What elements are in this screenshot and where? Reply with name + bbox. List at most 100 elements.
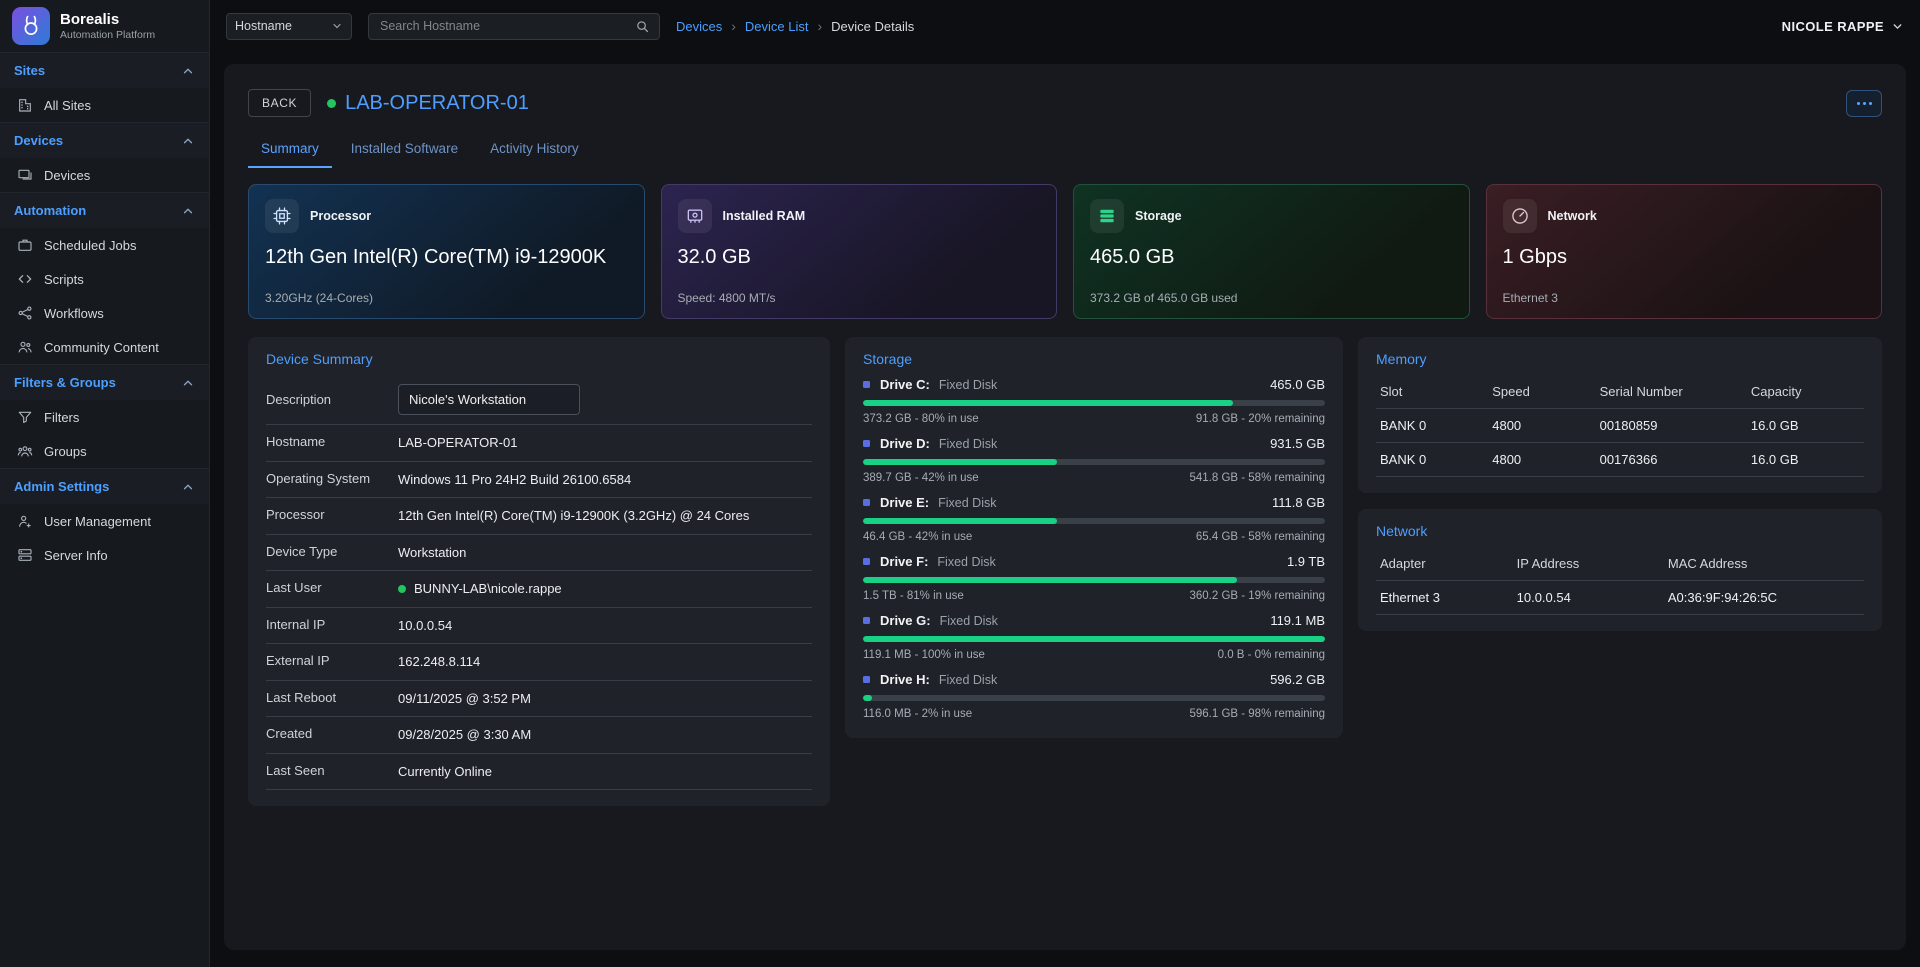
drive-used: 1.5 TB - 81% in use [863, 590, 964, 602]
drive-row-g: Drive G: Fixed Disk 119.1 MB 119.1 MB - … [863, 613, 1325, 661]
right-column: Memory Slot Speed Serial Number Capacity [1358, 337, 1882, 631]
chevron-down-icon [1891, 20, 1904, 33]
cell-slot: BANK 0 [1376, 443, 1488, 477]
brand: Borealis Automation Platform [0, 0, 209, 52]
sidebar-item-filters[interactable]: Filters [0, 400, 209, 434]
brand-name: Borealis [60, 11, 155, 28]
sidebar-item-label: All Sites [44, 98, 91, 113]
drive-remaining: 0.0 B - 0% remaining [1218, 649, 1325, 661]
cell-mac-address: A0:36:9F:94:26:5C [1664, 581, 1864, 615]
panel-title: Network [1376, 523, 1864, 539]
sidebar-section-sites[interactable]: Sites [0, 52, 209, 88]
row-label: Last Reboot [266, 689, 398, 707]
panels-row: Device Summary Description Hostname LAB-… [242, 337, 1888, 806]
sidebar-item-label: Server Info [44, 548, 108, 563]
table-row: BANK 0 4800 00180859 16.0 GB [1376, 409, 1864, 443]
chevron-up-icon [181, 134, 195, 148]
stat-footer: Speed: 4800 MT/s [678, 291, 1041, 305]
storage-panel: Storage Drive C: Fixed Disk 465.0 GB 373… [845, 337, 1343, 738]
sidebar-item-devices[interactable]: Devices [0, 158, 209, 192]
summary-row-description: Description [266, 377, 812, 425]
drive-used: 389.7 GB - 42% in use [863, 472, 979, 484]
ram-icon [678, 199, 712, 233]
cell-slot: BANK 0 [1376, 409, 1488, 443]
drive-name: Drive D: [880, 436, 930, 451]
back-button[interactable]: BACK [248, 89, 311, 117]
device-summary-panel: Device Summary Description Hostname LAB-… [248, 337, 830, 806]
row-value: 09/28/2025 @ 3:30 AM [398, 725, 531, 745]
breadcrumb-devices[interactable]: Devices [676, 19, 722, 34]
row-value: Windows 11 Pro 24H2 Build 26100.6584 [398, 470, 631, 490]
row-value: 12th Gen Intel(R) Core(TM) i9-12900K (3.… [398, 506, 749, 526]
summary-row-operating-system: Operating System Windows 11 Pro 24H2 Bui… [266, 462, 812, 499]
drive-name: Drive C: [880, 377, 930, 392]
briefcase-icon [16, 237, 33, 253]
user-gear-icon [16, 513, 33, 529]
stat-title: Storage [1135, 209, 1182, 223]
sidebar-section-filters-groups[interactable]: Filters & Groups [0, 364, 209, 400]
row-value: 10.0.0.54 [398, 616, 452, 636]
drive-name: Drive F: [880, 554, 928, 569]
tab-activity-history[interactable]: Activity History [477, 133, 592, 168]
sidebar-item-community-content[interactable]: Community Content [0, 330, 209, 364]
section-label: Filters & Groups [14, 375, 116, 390]
stat-card-network: Network 1 Gbps Ethernet 3 [1486, 184, 1883, 319]
stat-card-storage: Storage 465.0 GB 373.2 GB of 465.0 GB us… [1073, 184, 1470, 319]
section-label: Admin Settings [14, 479, 109, 494]
search-input[interactable] [378, 18, 635, 34]
sidebar-section-admin-settings[interactable]: Admin Settings [0, 468, 209, 504]
gauge-icon [1503, 199, 1537, 233]
code-icon [16, 271, 33, 287]
search-icon[interactable] [635, 19, 650, 34]
description-input[interactable] [398, 384, 580, 415]
sidebar-item-server-info[interactable]: Server Info [0, 538, 209, 572]
online-status-dot [327, 99, 336, 108]
summary-row-external-ip: External IP 162.248.8.114 [266, 644, 812, 681]
more-actions-button[interactable] [1846, 90, 1882, 117]
row-label: External IP [266, 652, 398, 670]
sidebar-section-automation[interactable]: Automation [0, 192, 209, 228]
storage-icon [1090, 199, 1124, 233]
drive-bullet-icon [863, 381, 870, 388]
stat-card-ram: Installed RAM 32.0 GB Speed: 4800 MT/s [661, 184, 1058, 319]
sidebar-item-scheduled-jobs[interactable]: Scheduled Jobs [0, 228, 209, 262]
breadcrumb-device-list[interactable]: Device List [745, 19, 809, 34]
network-table: Adapter IP Address MAC Address Ethernet … [1376, 549, 1864, 615]
drive-bullet-icon [863, 676, 870, 683]
building-icon [16, 97, 33, 113]
tab-summary[interactable]: Summary [248, 133, 332, 168]
drive-name: Drive H: [880, 672, 930, 687]
stat-footer: 3.20GHz (24-Cores) [265, 291, 628, 305]
drive-row-f: Drive F: Fixed Disk 1.9 TB 1.5 TB - 81% … [863, 554, 1325, 602]
row-label: Processor [266, 506, 398, 524]
funnel-icon [16, 409, 33, 425]
row-value: 162.248.8.114 [398, 652, 480, 672]
sidebar-item-label: User Management [44, 514, 151, 529]
people-icon [16, 339, 33, 355]
drive-usage-bar [863, 695, 1325, 701]
row-value: Workstation [398, 543, 466, 563]
column-header: IP Address [1513, 549, 1664, 581]
sidebar-section-devices[interactable]: Devices [0, 122, 209, 158]
devices-icon [16, 167, 33, 183]
row-label: Device Type [266, 543, 398, 561]
content-area: BACK LAB-OPERATOR-01 Summary Installed S… [210, 52, 1920, 967]
cell-capacity: 16.0 GB [1747, 443, 1864, 477]
drive-bullet-icon [863, 499, 870, 506]
drive-usage-bar [863, 400, 1325, 406]
user-menu[interactable]: NICOLE RAPPE [1782, 19, 1904, 34]
cell-adapter: Ethernet 3 [1376, 581, 1513, 615]
sidebar-item-user-management[interactable]: User Management [0, 504, 209, 538]
sidebar-item-workflows[interactable]: Workflows [0, 296, 209, 330]
drive-remaining: 65.4 GB - 58% remaining [1196, 531, 1325, 543]
hostname-filter-select[interactable]: Hostname [226, 13, 352, 40]
sidebar-item-groups[interactable]: Groups [0, 434, 209, 468]
sidebar-item-scripts[interactable]: Scripts [0, 262, 209, 296]
drive-bullet-icon [863, 558, 870, 565]
summary-row-internal-ip: Internal IP 10.0.0.54 [266, 608, 812, 645]
tab-installed-software[interactable]: Installed Software [338, 133, 471, 168]
sidebar-item-all-sites[interactable]: All Sites [0, 88, 209, 122]
panel-title: Storage [863, 351, 1325, 367]
summary-row-last-user: Last User BUNNY-LAB\nicole.rappe [266, 571, 812, 608]
drive-bullet-icon [863, 617, 870, 624]
